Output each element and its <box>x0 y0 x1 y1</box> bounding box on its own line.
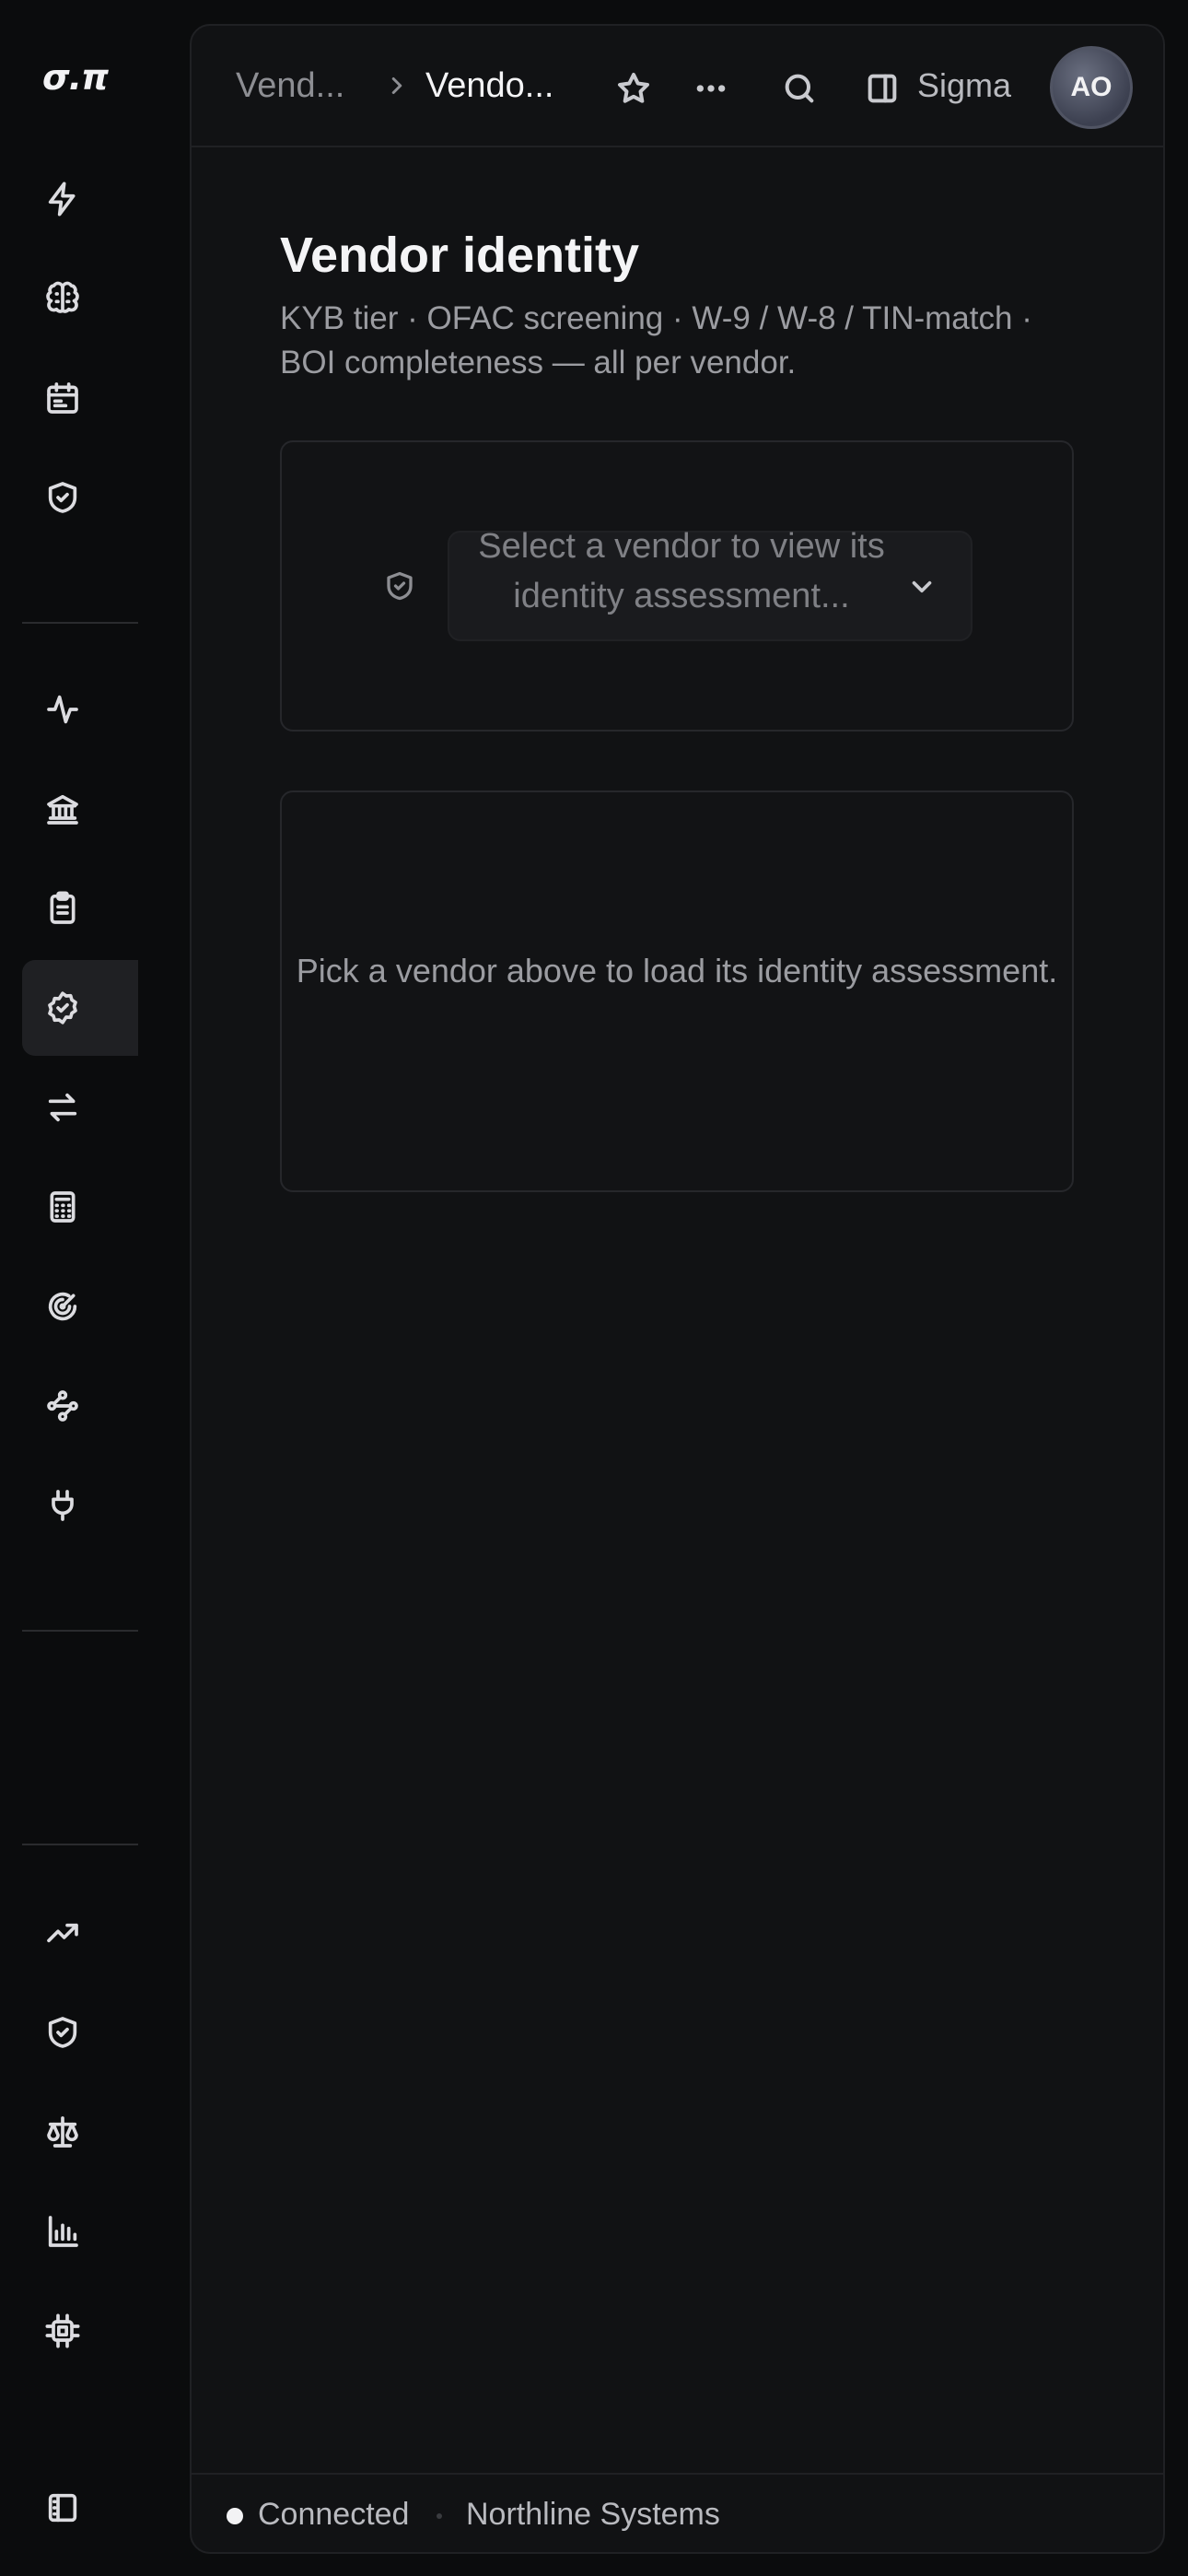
breadcrumb-parent[interactable]: Vend... <box>236 66 344 106</box>
main-panel: Vend... Vendo... Sigma AO Vendor identit… <box>190 24 1165 2554</box>
sidebar-item-lightning[interactable] <box>22 151 138 247</box>
radar-icon <box>48 1292 77 1321</box>
app-root: σ.π Vend... Vendo... Sigma AO Vendor ide… <box>0 0 1188 2576</box>
page-title: Vendor identity <box>280 228 640 283</box>
sidebar-item-workflow[interactable] <box>22 1358 138 1454</box>
organization-name[interactable]: Northline Systems <box>466 2497 720 2533</box>
sidebar-item-bar-chart[interactable] <box>22 2184 138 2279</box>
vendor-select[interactable]: Select a vendor to view its identity ass… <box>448 527 973 641</box>
status-separator <box>437 2513 442 2519</box>
sidebar-item-bank[interactable] <box>22 761 138 857</box>
sidebar-item-clipboard[interactable] <box>22 861 138 956</box>
clipboard-list-icon <box>50 891 76 924</box>
search-icon <box>785 74 814 103</box>
connection-status-dot <box>227 2508 243 2524</box>
app-logo[interactable]: σ.π <box>42 57 109 98</box>
bank-icon <box>47 794 78 825</box>
workspace-label[interactable]: Sigma <box>917 66 1011 105</box>
avatar[interactable]: AO <box>1050 46 1133 129</box>
sidebar-item-trend[interactable] <box>22 1885 138 1981</box>
sidebar-item-vendor-identity[interactable] <box>22 960 138 1056</box>
chevron-right-icon <box>383 72 411 104</box>
scale-icon <box>47 2116 78 2148</box>
badge-check-icon <box>48 991 77 1025</box>
star-icon <box>618 73 649 103</box>
more-options-button[interactable] <box>689 66 733 111</box>
sidebar-panel-icon <box>48 2493 77 2523</box>
lightning-icon <box>48 181 76 217</box>
search-button[interactable] <box>777 66 821 111</box>
status-bar: Connected Northline Systems <box>192 2473 1163 2552</box>
cpu-chip-icon <box>45 2313 80 2348</box>
trending-up-icon <box>47 1923 78 1943</box>
panel-right-icon <box>868 74 897 103</box>
sidebar-item-transfer[interactable] <box>22 1060 138 1155</box>
page-subtitle: KYB tier · OFAC screening · W-9 / W-8 / … <box>280 300 1032 381</box>
plug-icon <box>52 1490 74 1521</box>
favorite-button[interactable] <box>611 66 656 111</box>
activity-icon <box>47 695 78 724</box>
sidebar-divider <box>22 1630 138 1632</box>
empty-state-message: Pick a vendor above to load its identity… <box>296 952 1058 989</box>
sidebar-item-chip[interactable] <box>22 2283 138 2379</box>
sidebar-item-scale[interactable] <box>22 2084 138 2180</box>
shield-check-icon <box>48 482 77 513</box>
bar-chart-icon <box>48 2216 78 2247</box>
arrows-swap-icon <box>48 1093 77 1122</box>
brain-icon <box>46 281 79 313</box>
sidebar: σ.π <box>0 0 138 2576</box>
sidebar-item-activity[interactable] <box>22 662 138 757</box>
vendor-select-card: Select a vendor to view its identity ass… <box>280 440 1074 732</box>
sidebar-item-plug[interactable] <box>22 1458 138 1553</box>
sidebar-item-shield-2[interactable] <box>22 1985 138 2080</box>
sidebar-item-brain[interactable] <box>22 251 138 346</box>
panel-toggle-button[interactable] <box>860 66 904 111</box>
more-horizontal-icon <box>696 85 726 92</box>
sidebar-item-shield[interactable] <box>22 450 138 545</box>
top-bar: Vend... Vendo... Sigma AO <box>192 26 1163 147</box>
chevron-down-icon <box>906 571 938 607</box>
sidebar-item-calculator[interactable] <box>22 1159 138 1255</box>
sidebar-item-calendar[interactable] <box>22 350 138 446</box>
shield-check-icon <box>48 2017 77 2048</box>
calculator-icon <box>50 1191 76 1223</box>
sidebar-divider <box>22 622 138 624</box>
vendor-select-placeholder: Select a vendor to view its identity ass… <box>478 527 885 615</box>
workflow-icon <box>47 1390 78 1422</box>
sidebar-item-radar[interactable] <box>22 1259 138 1354</box>
sidebar-divider <box>22 1844 138 1845</box>
sidebar-item-panel[interactable] <box>22 2460 138 2556</box>
connection-status: Connected <box>258 2497 410 2532</box>
breadcrumb-current: Vendo... <box>425 66 554 105</box>
assessment-empty-state: Pick a vendor above to load its identity… <box>280 790 1074 1192</box>
calendar-icon <box>47 382 78 414</box>
shield-check-icon <box>383 569 416 607</box>
